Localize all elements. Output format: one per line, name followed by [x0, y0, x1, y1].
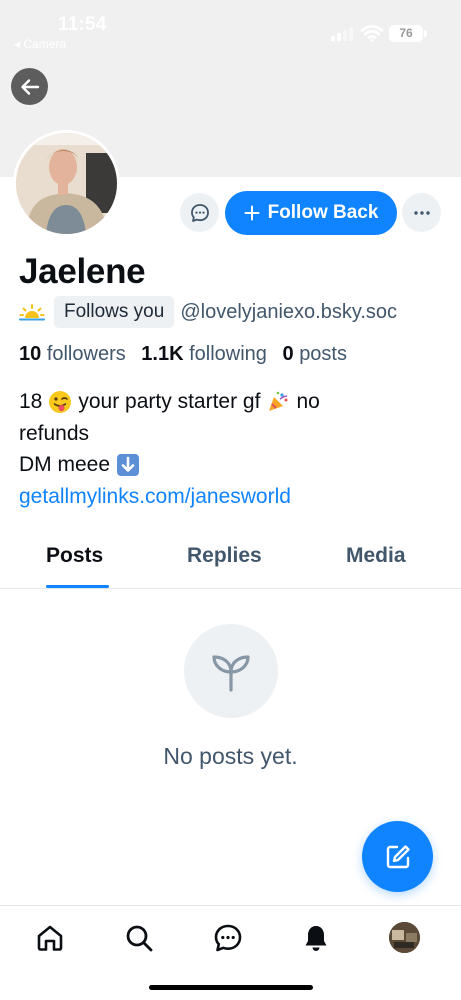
- back-button[interactable]: [11, 68, 48, 105]
- winking-tongue-emoji-icon: [48, 390, 72, 414]
- bio-line-1: 18 your party starter gf no: [19, 386, 449, 418]
- nav-chat[interactable]: [212, 922, 244, 954]
- bio-no: no: [296, 390, 320, 413]
- profile-tabs: Posts Replies Media: [0, 530, 461, 589]
- party-popper-emoji-icon: [266, 390, 290, 414]
- home-indicator: [149, 985, 313, 990]
- profile-stats: 10 followers 1.1K following 0 posts: [19, 343, 357, 366]
- active-tab-indicator: [46, 585, 109, 588]
- follows-you-badge: Follows you: [54, 296, 175, 328]
- compose-button[interactable]: [362, 821, 433, 892]
- bio-line-2: refunds: [19, 421, 90, 445]
- display-name: Jaelene: [19, 252, 146, 291]
- bio-line-3: DM meee: [19, 449, 449, 481]
- home-icon: [37, 925, 63, 951]
- signal-icon: [331, 27, 355, 41]
- posts-label: posts: [299, 343, 347, 365]
- followers-label[interactable]: followers: [47, 343, 126, 365]
- nav-notifications[interactable]: [300, 922, 332, 954]
- battery-cap: [424, 30, 427, 37]
- tab-media[interactable]: Media: [346, 544, 406, 568]
- nav-profile-avatar[interactable]: [389, 922, 420, 953]
- back-to-app-link[interactable]: ◂ Camera: [14, 37, 66, 51]
- bio-age: 18: [19, 390, 43, 413]
- nav-home[interactable]: [34, 922, 66, 954]
- message-icon: [190, 203, 209, 222]
- chat-icon: [214, 924, 242, 952]
- bio-link-line: getallmylinks.com/janesworld: [19, 481, 449, 513]
- sprout-icon: [212, 655, 250, 692]
- avatar-photo: [16, 133, 117, 234]
- more-icon: [413, 210, 430, 215]
- nav-search[interactable]: [123, 922, 155, 954]
- status-time: 11:54: [58, 14, 107, 35]
- bio-link[interactable]: getallmylinks.com/janesworld: [19, 481, 291, 513]
- followers-count[interactable]: 10: [19, 343, 41, 365]
- profile-bio: 18 your party starter gf no refunds DM m…: [19, 386, 449, 512]
- empty-state-text: No posts yet.: [163, 743, 298, 769]
- bio-tagline: your party starter gf: [78, 390, 261, 413]
- follow-back-button[interactable]: Follow Back: [225, 191, 397, 235]
- profile-handle: @lovelyjaniexo.bsky.soc: [180, 300, 398, 323]
- more-options-button[interactable]: [402, 193, 441, 232]
- following-label[interactable]: following: [189, 343, 267, 365]
- sun-emoji-icon: [19, 304, 45, 321]
- profile-meta-row: Follows you @lovelyjaniexo.bsky.soc: [19, 296, 397, 328]
- back-arrow-icon: [20, 78, 39, 95]
- following-count[interactable]: 1.1K: [141, 343, 183, 365]
- message-button[interactable]: [180, 193, 219, 232]
- search-icon: [126, 925, 153, 952]
- down-arrow-emoji-icon: [116, 453, 140, 477]
- compose-icon: [386, 844, 410, 868]
- plus-icon: [244, 205, 260, 221]
- status-bar: 11:54 ◂ Camera 76: [0, 0, 461, 56]
- tab-posts[interactable]: Posts: [46, 544, 103, 568]
- battery-indicator: 76: [389, 25, 423, 42]
- empty-state-illustration: [184, 624, 278, 718]
- posts-count: 0: [282, 343, 294, 365]
- bio-dm-text: DM meee: [19, 453, 111, 476]
- wifi-icon: [361, 25, 383, 42]
- bell-icon: [305, 926, 327, 951]
- profile-avatar[interactable]: [13, 130, 120, 237]
- profile-avatar-thumbnail: [389, 922, 420, 953]
- tab-replies[interactable]: Replies: [187, 544, 262, 568]
- follow-back-label: Follow Back: [267, 202, 379, 223]
